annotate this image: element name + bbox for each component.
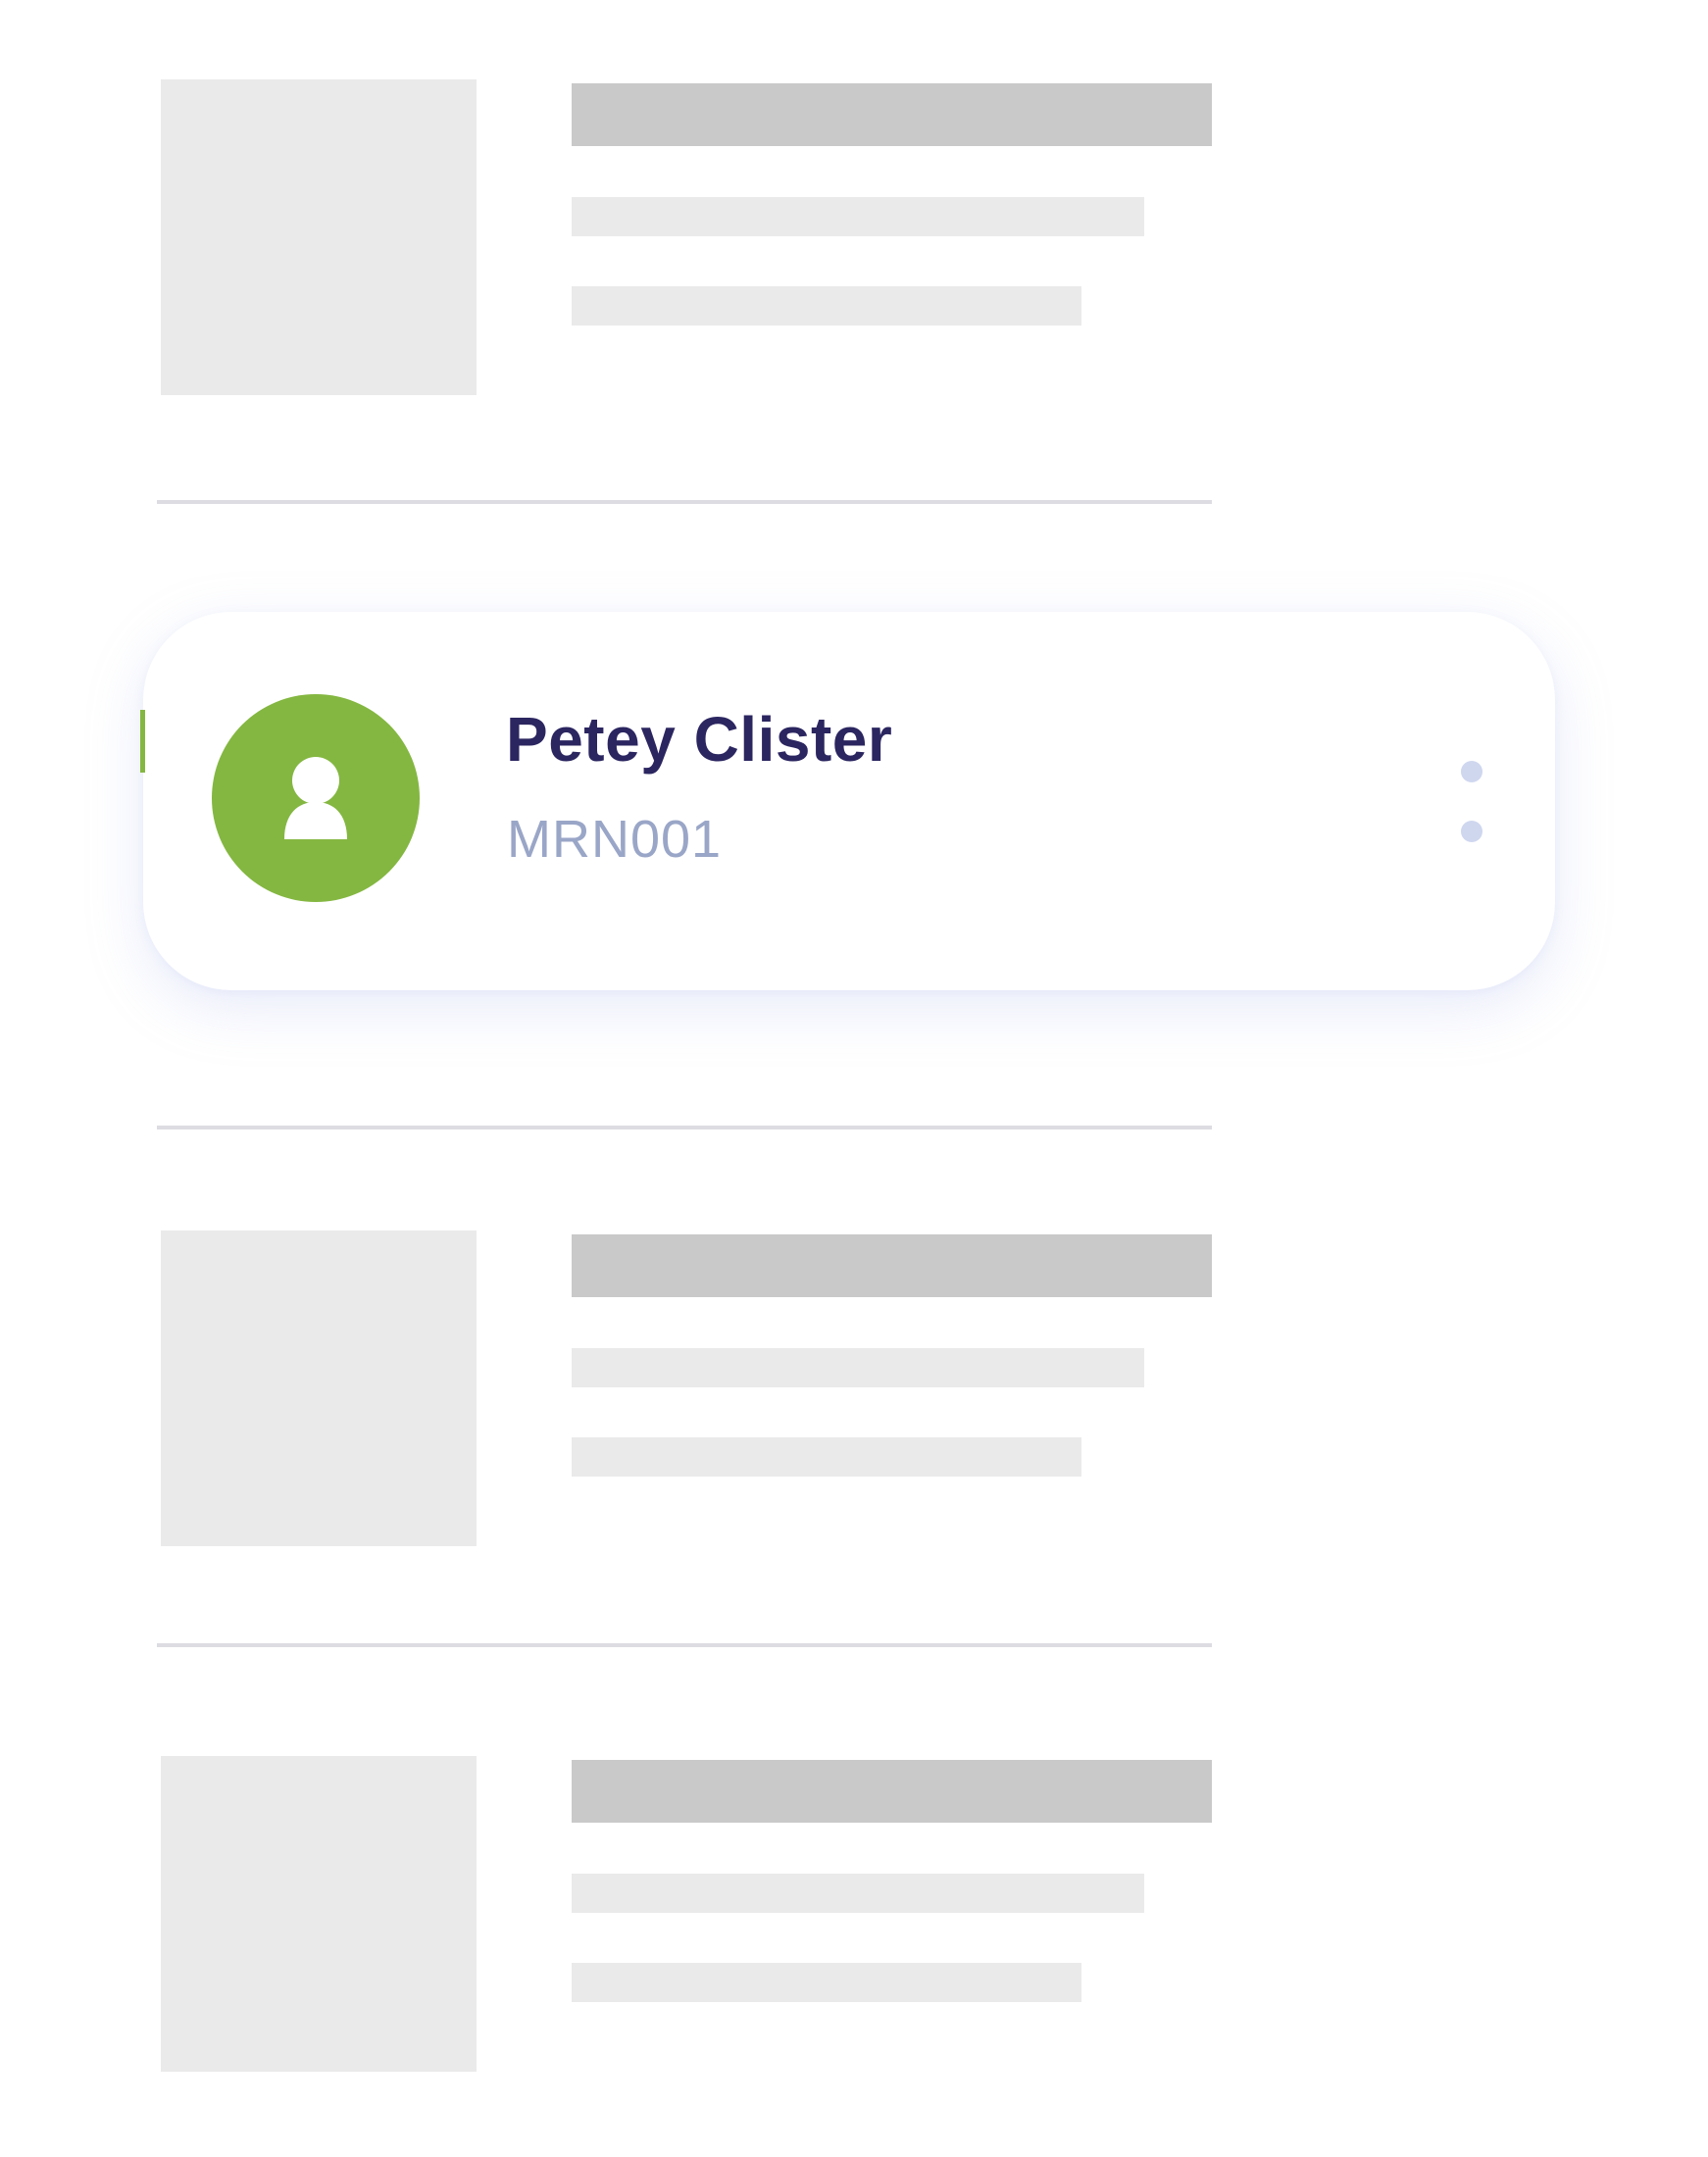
list-divider: [157, 500, 1212, 504]
skeleton-list-item: [161, 1756, 1212, 2074]
patient-card[interactable]: Petey Clister MRN001: [140, 612, 1555, 990]
skeleton-text-line: [572, 1963, 1081, 2002]
user-icon: [284, 757, 347, 839]
skeleton-thumbnail: [161, 79, 477, 395]
skeleton-title-line: [572, 1234, 1212, 1297]
avatar: [212, 694, 420, 902]
skeleton-title-line: [572, 1760, 1212, 1823]
list-divider: [157, 1126, 1212, 1129]
skeleton-text-line: [572, 1348, 1144, 1387]
patient-mrn: MRN001: [507, 810, 723, 869]
skeleton-list-item: [161, 1230, 1212, 1548]
patient-name: Petey Clister: [506, 704, 893, 775]
skeleton-list-item: [161, 79, 1212, 397]
skeleton-text-line: [572, 286, 1081, 326]
skeleton-thumbnail: [161, 1230, 477, 1546]
skeleton-text-line: [572, 1437, 1081, 1477]
menu-dot: [1461, 761, 1482, 782]
skeleton-title-line: [572, 83, 1212, 146]
list-divider: [157, 1643, 1212, 1647]
selection-indicator: [140, 710, 145, 773]
more-options-button[interactable]: [1447, 749, 1496, 851]
menu-dot: [1461, 821, 1482, 842]
skeleton-text-line: [572, 197, 1144, 236]
skeleton-thumbnail: [161, 1756, 477, 2072]
skeleton-text-line: [572, 1874, 1144, 1913]
